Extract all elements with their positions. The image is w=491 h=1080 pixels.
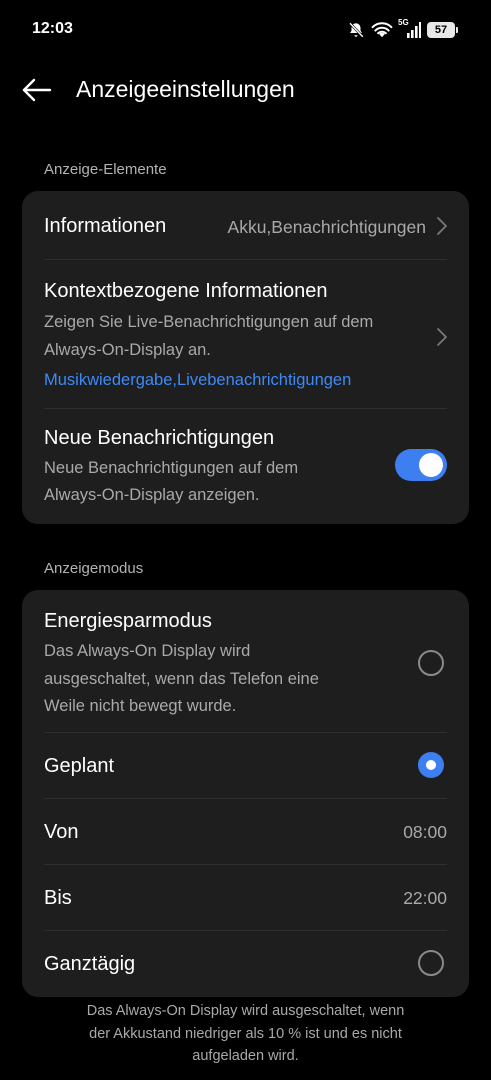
back-button[interactable]	[18, 72, 58, 108]
wifi-icon	[371, 21, 393, 39]
footer-note: Das Always-On Display wird ausgeschaltet…	[40, 1000, 451, 1068]
context-info-link[interactable]: Musikwiedergabe,Livebenachrichtigungen	[44, 371, 351, 390]
section-label-display-mode: Anzeigemodus	[44, 560, 144, 577]
to-time-value: 22:00	[403, 888, 447, 908]
context-info-subtitle-line2: Always-On-Display an.	[44, 341, 211, 359]
new-notifications-row: Neue Benachrichtigungen Neue Benachricht…	[22, 409, 469, 524]
new-notifications-toggle[interactable]	[395, 449, 447, 481]
app-header: Anzeigeeinstellungen	[0, 62, 491, 118]
toggle-knob	[419, 453, 443, 477]
status-time: 12:03	[32, 20, 73, 37]
battery-indicator: 57	[427, 22, 458, 38]
screen: 12:03 5G 57 Anzeigeeinstellungen Anzeige…	[0, 0, 491, 1080]
scheduled-row[interactable]: Geplant	[22, 733, 469, 798]
bell-muted-icon	[347, 21, 365, 39]
display-mode-card: Energiesparmodus Das Always-On Display w…	[22, 590, 469, 997]
scheduled-radio[interactable]	[418, 752, 444, 778]
informationen-title: Informationen	[44, 215, 167, 237]
chevron-right-icon	[436, 327, 448, 352]
energy-saving-subtitle-line1: Das Always-On Display wird	[44, 642, 251, 660]
page-title: Anzeigeeinstellungen	[76, 76, 295, 102]
footer-note-line3: aufgeladen wird.	[192, 1048, 299, 1064]
energy-saving-title: Energiesparmodus	[44, 610, 212, 632]
new-notifications-subtitle-line2: Always-On-Display anzeigen.	[44, 486, 260, 504]
footer-note-line1: Das Always-On Display wird ausgeschaltet…	[86, 1003, 405, 1019]
all-day-title: Ganztägig	[44, 953, 136, 975]
new-notifications-title: Neue Benachrichtigungen	[44, 427, 275, 449]
footer-note-line2: der Akkustand niedriger als 10 % ist und…	[89, 1025, 402, 1042]
status-icons: 5G 57	[347, 18, 458, 41]
informationen-row[interactable]: Informationen Akku,Benachrichtigungen	[22, 191, 469, 259]
context-info-subtitle-line1: Zeigen Sie Live-Benachrichtigungen auf d…	[44, 313, 374, 331]
all-day-radio[interactable]	[418, 950, 444, 976]
scheduled-title: Geplant	[44, 755, 115, 777]
chevron-right-icon	[436, 216, 448, 241]
energy-saving-radio[interactable]	[418, 650, 444, 676]
to-time-row[interactable]: Bis 22:00	[22, 865, 469, 930]
from-time-value: 08:00	[403, 822, 447, 842]
energy-saving-subtitle-line3: Weile nicht bewegt wurde.	[44, 697, 237, 715]
energy-saving-row[interactable]: Energiesparmodus Das Always-On Display w…	[22, 590, 469, 732]
context-info-title: Kontextbezogene Informationen	[44, 280, 328, 302]
cellular-signal-icon: 5G	[398, 18, 421, 39]
status-bar: 12:03 5G 57	[0, 0, 491, 58]
to-time-title: Bis	[44, 887, 72, 909]
arrow-left-icon	[18, 78, 54, 112]
from-time-row[interactable]: Von 08:00	[22, 799, 469, 864]
all-day-row[interactable]: Ganztägig	[22, 931, 469, 997]
from-time-title: Von	[44, 821, 79, 843]
context-info-row[interactable]: Kontextbezogene Informationen Zeigen Sie…	[22, 260, 469, 408]
new-notifications-subtitle-line1: Neue Benachrichtigungen auf dem	[44, 459, 299, 477]
informationen-value: Akku,Benachrichtigungen	[227, 217, 426, 237]
section-label-display-elements: Anzeige-Elemente	[44, 161, 167, 178]
energy-saving-subtitle-line2: ausgeschaltet, wenn das Telefon eine	[44, 670, 319, 688]
display-elements-card: Informationen Akku,Benachrichtigungen Ko…	[22, 191, 469, 524]
